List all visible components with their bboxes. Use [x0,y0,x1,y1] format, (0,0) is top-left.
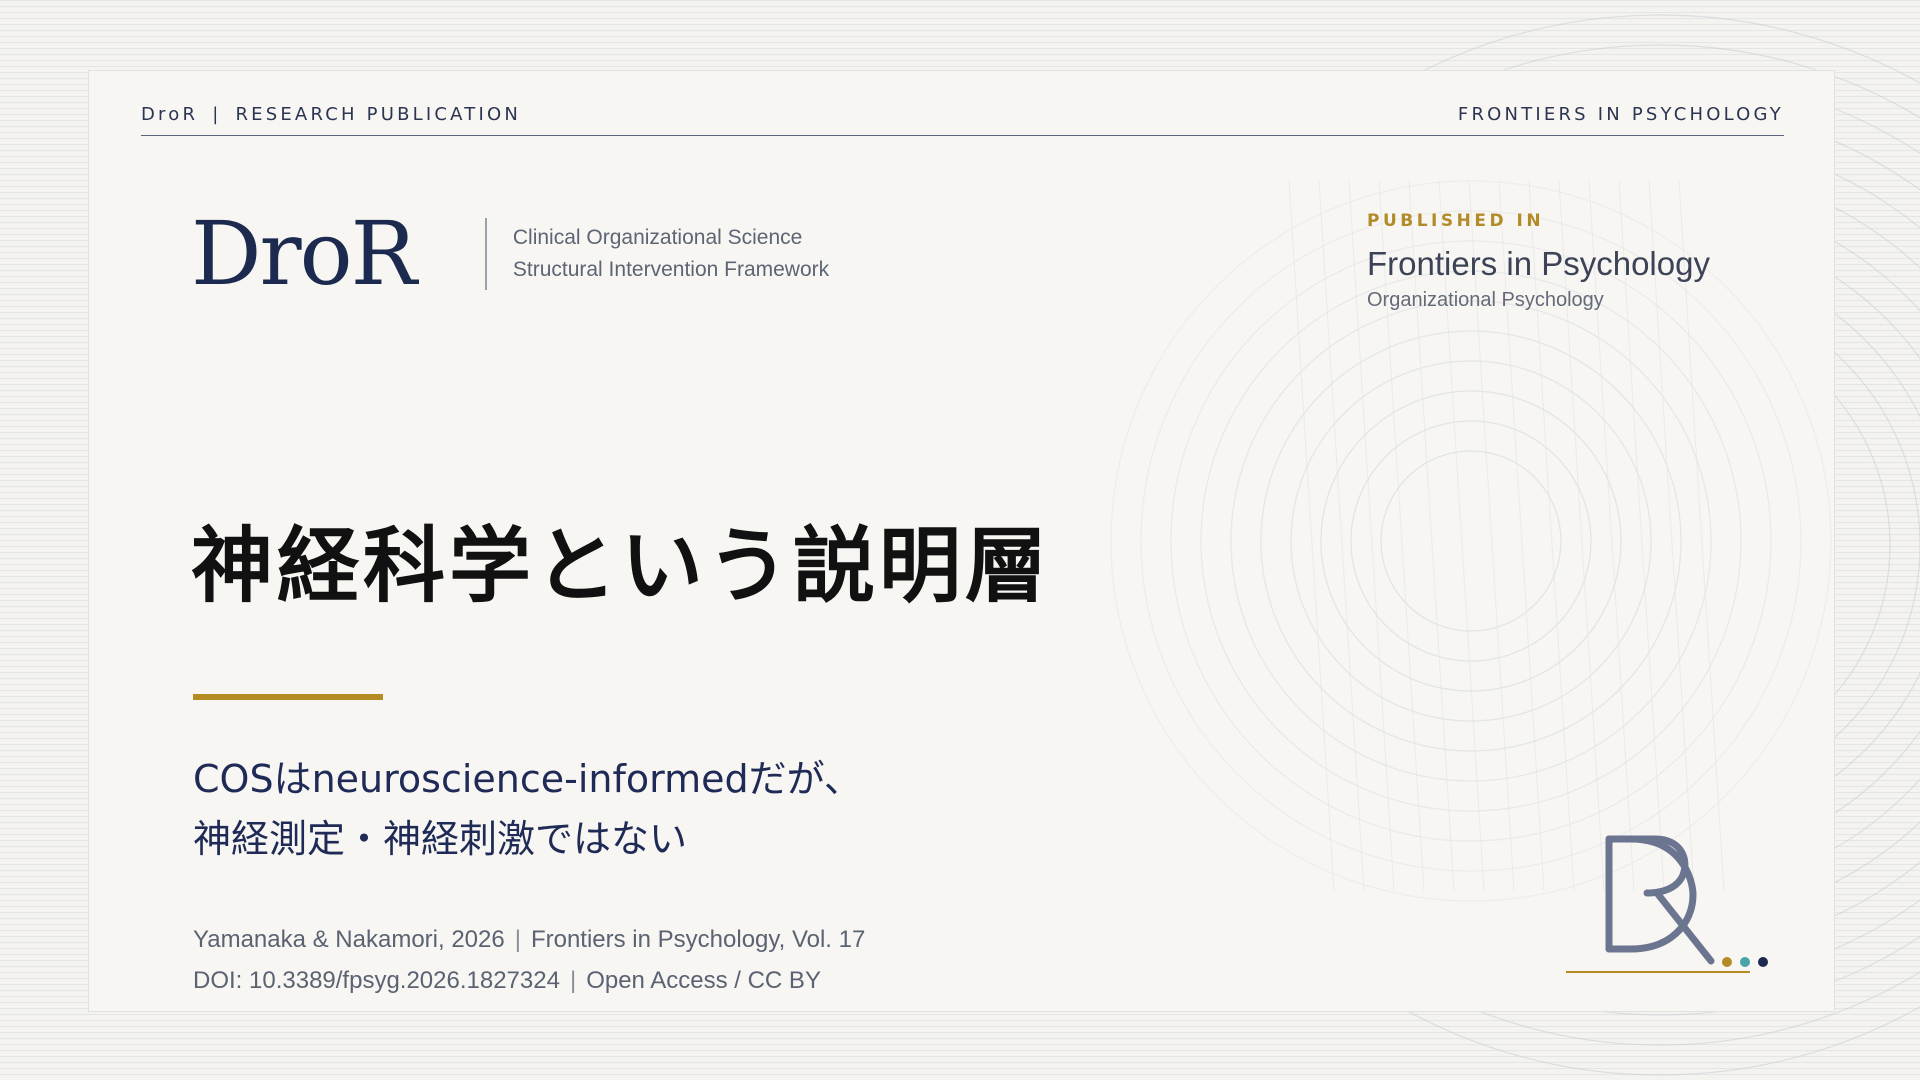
header-separator: | [212,103,222,125]
citation-journal: Frontiers in Psychology, Vol. 17 [530,926,866,953]
header-section: RESEARCH PUBLICATION [235,103,522,125]
brand-divider [484,218,487,290]
top-header-bar: DroR | RESEARCH PUBLICATION FRONTIERS IN P… [141,93,1784,136]
header-brand: DroR [141,103,199,125]
main-title: 神経科学という説明層 [191,518,1052,614]
dr-monogram-mark-icon [1605,835,1768,967]
citation-separator: | [514,926,521,953]
citation-separator: | [569,967,577,994]
brand-block: DroR Clinical Organizational Science Str… [191,199,829,309]
brand-tagline: Clinical Organizational Science Structur… [513,226,829,282]
gold-accent-rule [193,694,383,700]
mark-underline [1566,971,1750,973]
subtitle-line-2: 神経測定・神経刺激ではない [193,817,688,861]
published-section: Organizational Psychology [1367,289,1604,311]
publication-card: DroR | RESEARCH PUBLICATION FRONTIERS IN P… [88,70,1835,1012]
brand-tagline-line-2: Structural Intervention Framework [512,258,830,281]
brand-logo: DroR [191,202,417,305]
citation-doi: DOI: 10.3389/fpsyg.2026.1827324 [193,967,560,994]
header-left-group: DroR | RESEARCH PUBLICATION [141,104,521,125]
published-journal: Frontiers in Psychology [1367,245,1710,282]
published-label: PUBLISHED IN [1367,211,1545,231]
header-journal: FRONTIERS IN PSYCHOLOGY [1457,103,1784,125]
citation-line-1: Yamanaka & Nakamori, 2026 | Frontiers in P… [193,919,865,960]
brand-tagline-line-1: Clinical Organizational Science [512,226,803,249]
citation-line-2: DOI: 10.3389/fpsyg.2026.1827324 | Open Acc… [193,960,865,1001]
citation-authors: Yamanaka & Nakamori, 2026 [193,926,505,953]
subtitle-line-1: COSはneuroscience-informedだが、 [193,757,862,801]
citation-license: Open Access / CC BY [586,967,821,994]
subtitle: COSはneuroscience-informedだが、 神経測定・神経刺激では… [193,749,862,869]
published-in-block: PUBLISHED IN Frontiers in Psychology Org… [1367,211,1710,312]
citation-block: Yamanaka & Nakamori, 2026 | Frontiers in P… [193,919,865,1001]
